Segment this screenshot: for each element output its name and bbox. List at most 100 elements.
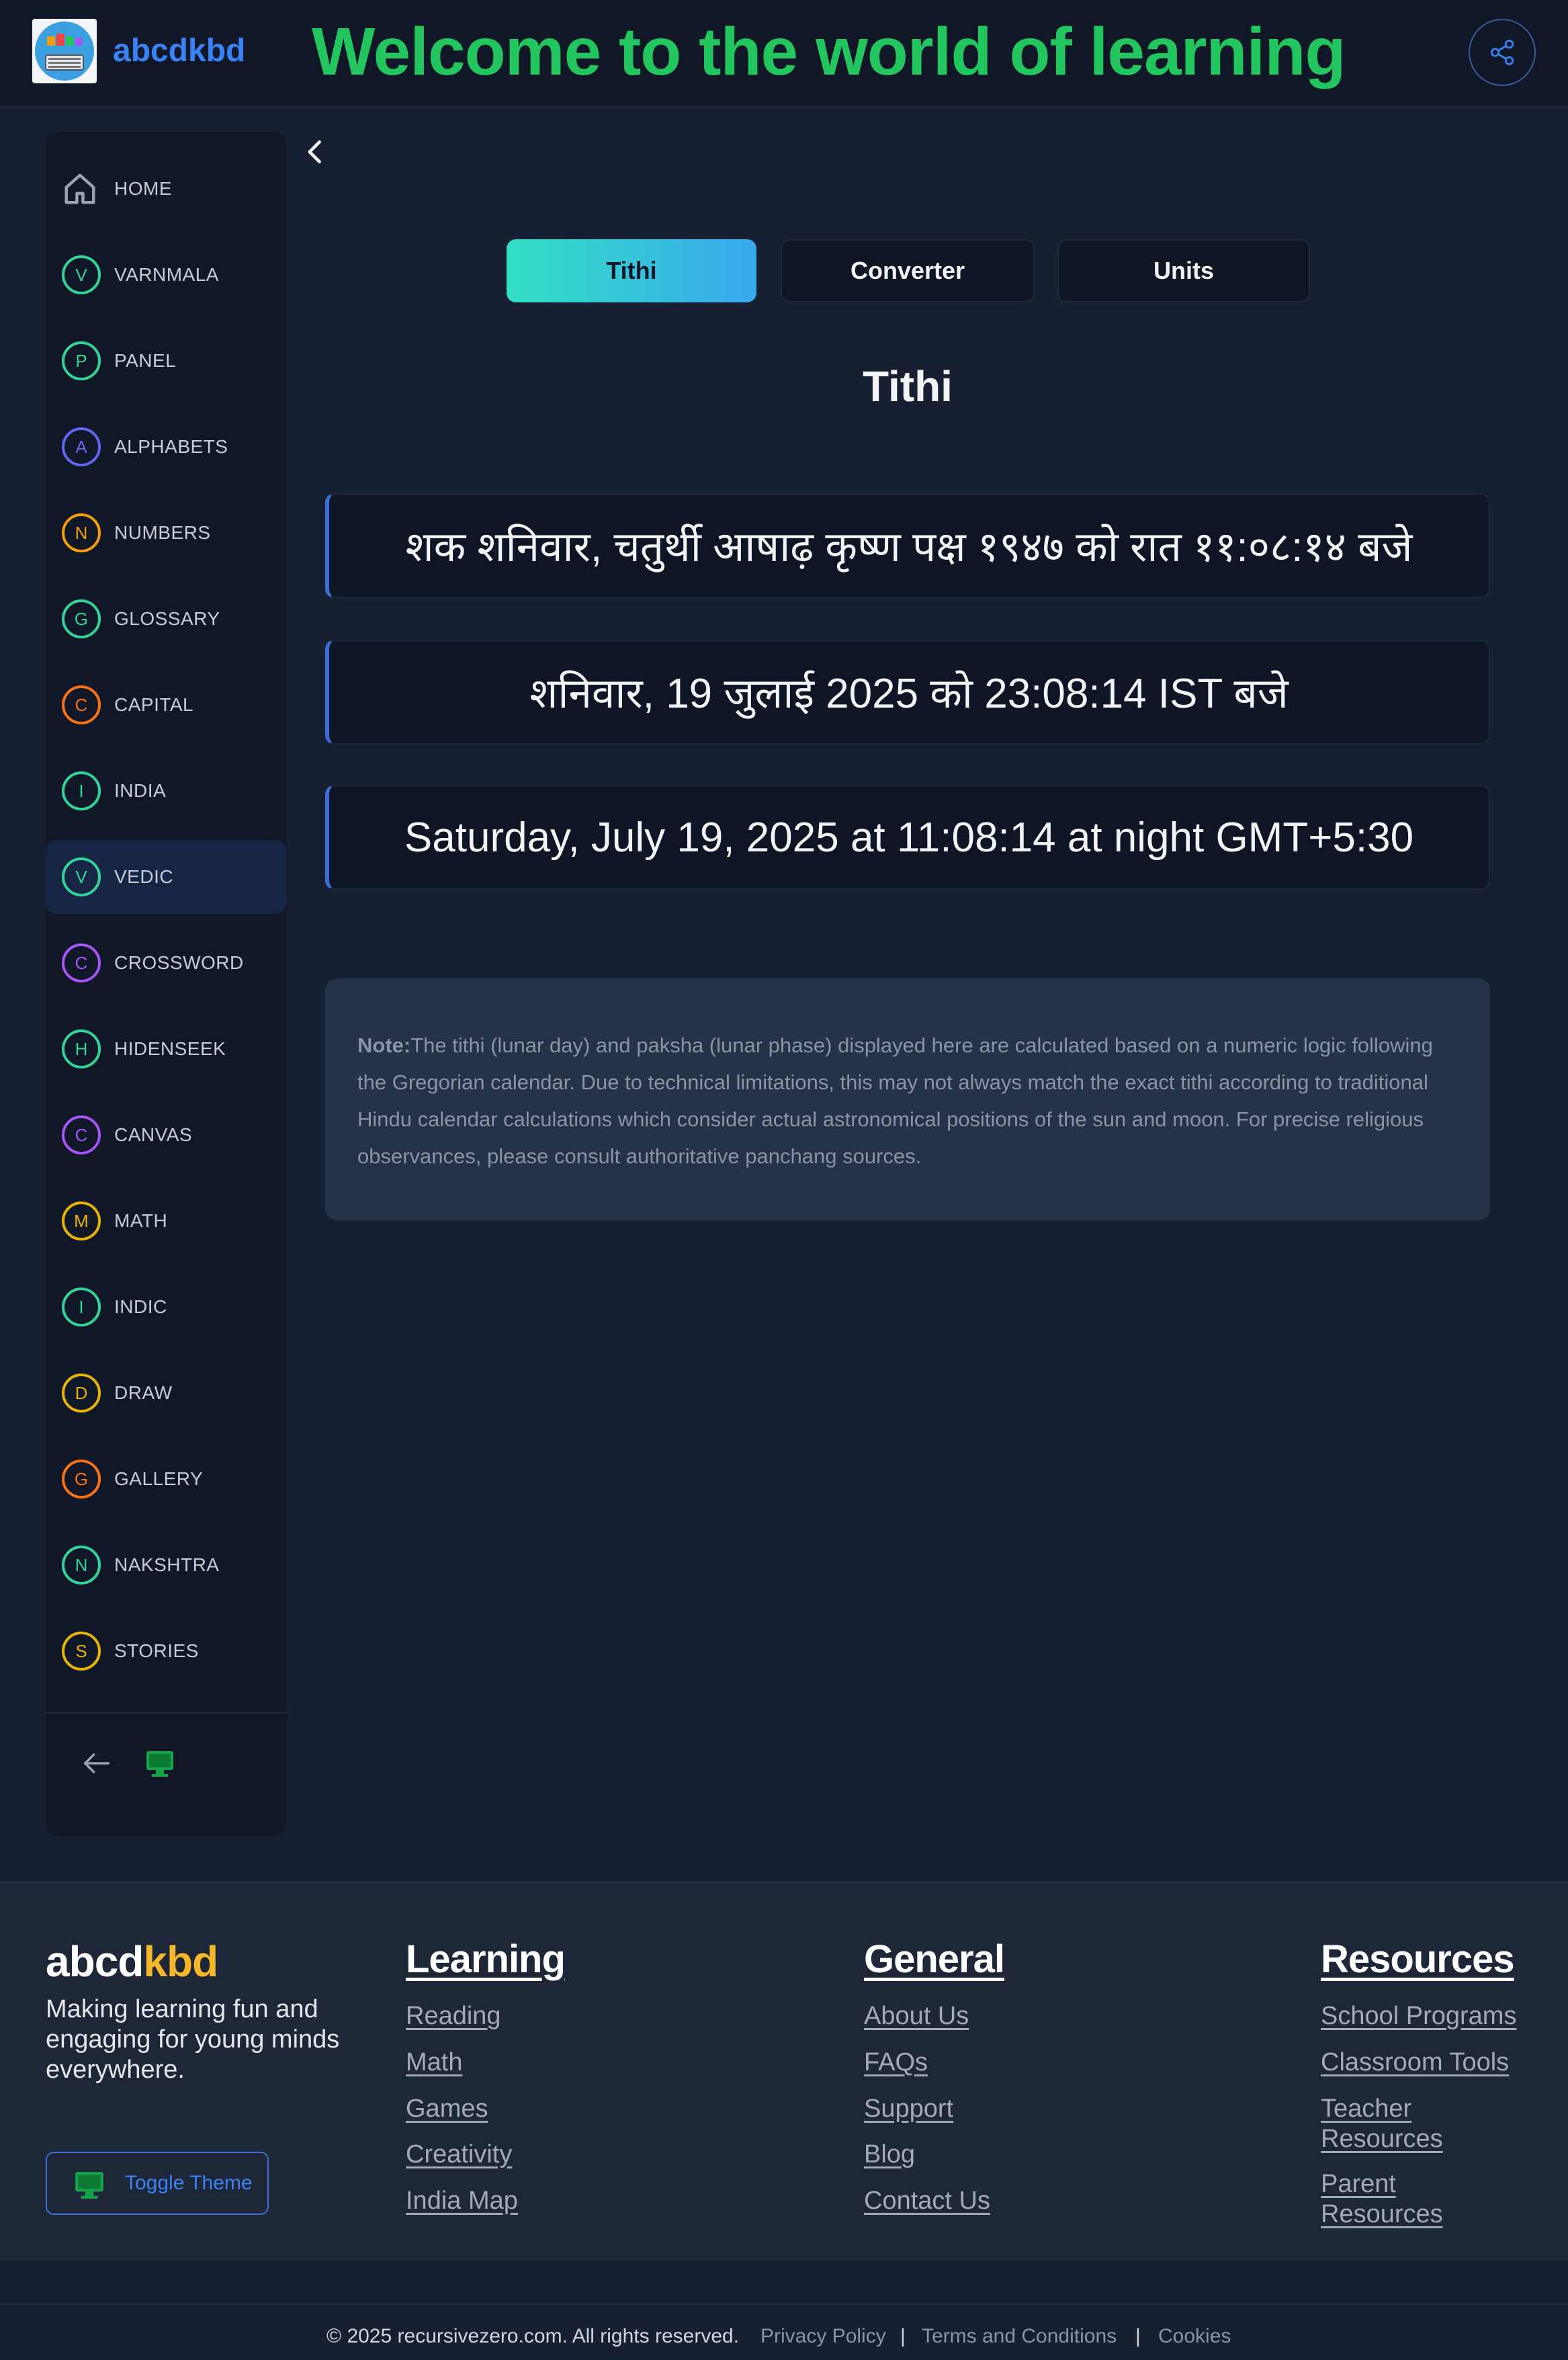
- footer-link-reading[interactable]: Reading: [406, 2001, 501, 2031]
- share-button[interactable]: [1469, 19, 1536, 86]
- copyright-text: © 2025 recursivezero.com. All rights res…: [326, 2325, 740, 2347]
- sidebar-item-numbers[interactable]: N NUMBERS: [46, 496, 286, 570]
- header: abcdkbd Welcome to the world of learning: [0, 0, 1568, 108]
- letter-h-icon: H: [62, 1029, 101, 1068]
- sidebar-item-stories[interactable]: S STORIES: [46, 1614, 286, 1688]
- monitor-icon: [75, 2172, 103, 2199]
- sidebar-item-label: INDIA: [114, 780, 167, 801]
- sidebar-item-india[interactable]: I INDIA: [46, 754, 286, 828]
- welcome-heading: Welcome to the world of learning: [312, 14, 1346, 89]
- sidebar-item-alphabets[interactable]: A ALPHABETS: [46, 410, 286, 484]
- footer-link-classroom-tools[interactable]: Classroom Tools: [1321, 2048, 1509, 2078]
- sidebar-item-canvas[interactable]: C CANVAS: [46, 1098, 286, 1172]
- monitor-icon[interactable]: [144, 1747, 176, 1779]
- note-label: Note:: [357, 1034, 411, 1057]
- note-text: The tithi (lunar day) and paksha (lunar …: [357, 1034, 1433, 1168]
- sidebar-item-vedic[interactable]: V VEDIC: [46, 840, 286, 914]
- sidebar-item-label: VEDIC: [114, 866, 174, 887]
- footer-link-games[interactable]: Games: [406, 2094, 488, 2124]
- footer-link-india-map[interactable]: India Map: [406, 2186, 518, 2216]
- sidebar-item-label: INDIC: [114, 1296, 167, 1317]
- collapse-arrow-icon[interactable]: [79, 1746, 114, 1781]
- toggle-theme-label: Toggle Theme: [125, 2172, 253, 2194]
- letter-i-icon: I: [62, 771, 101, 810]
- sidebar-item-label: VARNMALA: [114, 264, 219, 285]
- hindi-tithi-card: शक शनिवार, चतुर्थी आषाढ़ कृष्ण पक्ष १९४७…: [325, 493, 1490, 598]
- letter-n-icon: N: [62, 513, 101, 552]
- sidebar-item-label: CROSSWORD: [114, 952, 244, 973]
- letter-v-icon: V: [62, 857, 101, 896]
- sidebar-item-label: NAKSHTRA: [114, 1554, 220, 1575]
- sidebar: HOME V VARNMALA P PANEL A ALPHABETS N NUMBERS G GL…: [46, 132, 286, 1836]
- footer-brand-a: abcd: [46, 1937, 144, 1986]
- tab-tithi[interactable]: Tithi: [507, 239, 756, 302]
- sidebar-item-label: ALPHABETS: [114, 436, 228, 457]
- footer-link-math[interactable]: Math: [406, 2048, 462, 2078]
- sidebar-divider: [46, 1712, 286, 1714]
- footer-link-school-programs[interactable]: School Programs: [1321, 2001, 1516, 2031]
- footer-general-title: General: [864, 1937, 1005, 1981]
- sidebar-item-indic[interactable]: I INDIC: [46, 1270, 286, 1344]
- privacy-policy-link[interactable]: Privacy Policy: [760, 2325, 886, 2348]
- home-icon: [64, 173, 95, 204]
- letter-s-icon: S: [62, 1632, 101, 1671]
- sidebar-item-hidenseek[interactable]: H HIDENSEEK: [46, 1012, 286, 1086]
- letter-g-icon: G: [62, 599, 101, 638]
- sidebar-item-label: GLOSSARY: [114, 608, 220, 629]
- letter-d-icon: D: [62, 1374, 101, 1413]
- footer-brand-b: kbd: [143, 1937, 218, 1986]
- toggle-theme-button[interactable]: Toggle Theme: [46, 2152, 269, 2215]
- cookies-link[interactable]: Cookies: [1158, 2325, 1231, 2348]
- separator: |: [900, 2325, 906, 2347]
- share-icon: [1490, 40, 1514, 65]
- sidebar-item-label: HOME: [114, 178, 172, 199]
- sidebar-item-crossword[interactable]: C CROSSWORD: [46, 926, 286, 1000]
- sidebar-item-math[interactable]: M MATH: [46, 1184, 286, 1258]
- footer-link-creativity[interactable]: Creativity: [406, 2140, 512, 2170]
- sidebar-item-varnmala[interactable]: V VARNMALA: [46, 238, 286, 312]
- footer-link-teacher-resources[interactable]: Teacher Resources: [1321, 2094, 1482, 2154]
- bottom-divider: [0, 2304, 1568, 2305]
- letter-m-icon: M: [62, 1202, 101, 1240]
- tab-units[interactable]: Units: [1057, 239, 1310, 302]
- footer-link-blog[interactable]: Blog: [864, 2140, 915, 2170]
- sidebar-item-glossary[interactable]: G GLOSSARY: [46, 582, 286, 656]
- tab-converter[interactable]: Converter: [781, 239, 1035, 302]
- letter-n-icon: N: [62, 1546, 101, 1585]
- page-title: Tithi: [863, 362, 953, 411]
- letter-c-icon: C: [62, 685, 101, 724]
- letter-p-icon: P: [62, 341, 101, 380]
- hindi-date-card: शनिवार, 19 जुलाई 2025 को 23:08:14 IST बज…: [325, 640, 1490, 745]
- terms-link[interactable]: Terms and Conditions: [922, 2325, 1117, 2348]
- footer-resources-title: Resources: [1321, 1937, 1515, 1981]
- letter-v-icon: V: [62, 255, 101, 294]
- letter-c-icon: C: [62, 943, 101, 982]
- footer-link-parent-resources[interactable]: Parent Resources: [1321, 2169, 1482, 2230]
- sidebar-item-label: DRAW: [114, 1382, 173, 1403]
- english-date-card: Saturday, July 19, 2025 at 11:08:14 at n…: [325, 785, 1490, 890]
- sidebar-item-capital[interactable]: C CAPITAL: [46, 668, 286, 742]
- sidebar-item-label: PANEL: [114, 350, 177, 371]
- sidebar-item-draw[interactable]: D DRAW: [46, 1356, 286, 1430]
- logo-name[interactable]: abcdkbd: [113, 32, 245, 69]
- footer-link-support[interactable]: Support: [864, 2094, 953, 2124]
- logo-image[interactable]: [32, 19, 97, 83]
- footer-link-faqs[interactable]: FAQs: [864, 2048, 928, 2078]
- sidebar-item-nakshtra[interactable]: N NAKSHTRA: [46, 1528, 286, 1602]
- sidebar-item-gallery[interactable]: G GALLERY: [46, 1442, 286, 1516]
- back-chevron-icon[interactable]: [301, 136, 331, 168]
- separator: |: [1135, 2325, 1141, 2347]
- sidebar-item-home[interactable]: HOME: [46, 152, 286, 226]
- sidebar-item-label: GALLERY: [114, 1468, 204, 1489]
- bottom-bar: © 2025 recursivezero.com. All rights res…: [0, 2261, 1568, 2360]
- footer-link-about[interactable]: About Us: [864, 2001, 969, 2031]
- footer-tagline: Making learning fun and engaging for you…: [46, 1995, 340, 2084]
- sidebar-item-label: HIDENSEEK: [114, 1038, 226, 1059]
- sidebar-item-label: STORIES: [114, 1640, 199, 1661]
- footer-link-contact[interactable]: Contact Us: [864, 2186, 990, 2216]
- sidebar-item-panel[interactable]: P PANEL: [46, 324, 286, 398]
- letter-c-icon: C: [62, 1115, 101, 1154]
- sidebar-item-label: MATH: [114, 1210, 168, 1231]
- letter-i-icon: I: [62, 1288, 101, 1326]
- footer: abcdkbd Making learning fun and engaging…: [0, 1882, 1568, 2261]
